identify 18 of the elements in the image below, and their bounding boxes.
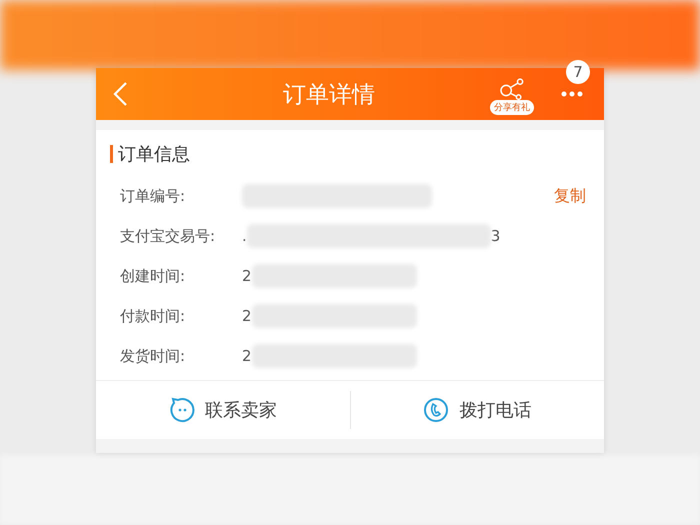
more-icon[interactable] [560, 90, 584, 98]
field-value: 3 [490, 227, 500, 245]
chat-bubble-icon [168, 397, 195, 423]
field-value: 2 [242, 307, 252, 325]
field-label: 发货时间: [120, 346, 186, 366]
field-value: 2 [242, 347, 252, 365]
field-label: 付款时间: [120, 306, 186, 326]
phone-icon [423, 397, 450, 423]
field-value: . [242, 227, 247, 245]
notification-badge: 7 [566, 60, 590, 84]
field-value: 2 [242, 267, 252, 285]
section-title: 订单信息 [118, 143, 190, 166]
share-reward-label[interactable]: 分享有礼 [490, 100, 534, 114]
field-label: 订单编号: [120, 186, 186, 206]
field-label: 支付宝交易号: [120, 226, 216, 246]
page-title: 订单详情 [282, 80, 376, 110]
back-icon[interactable] [112, 81, 128, 107]
field-label: 创建时间: [120, 266, 186, 286]
